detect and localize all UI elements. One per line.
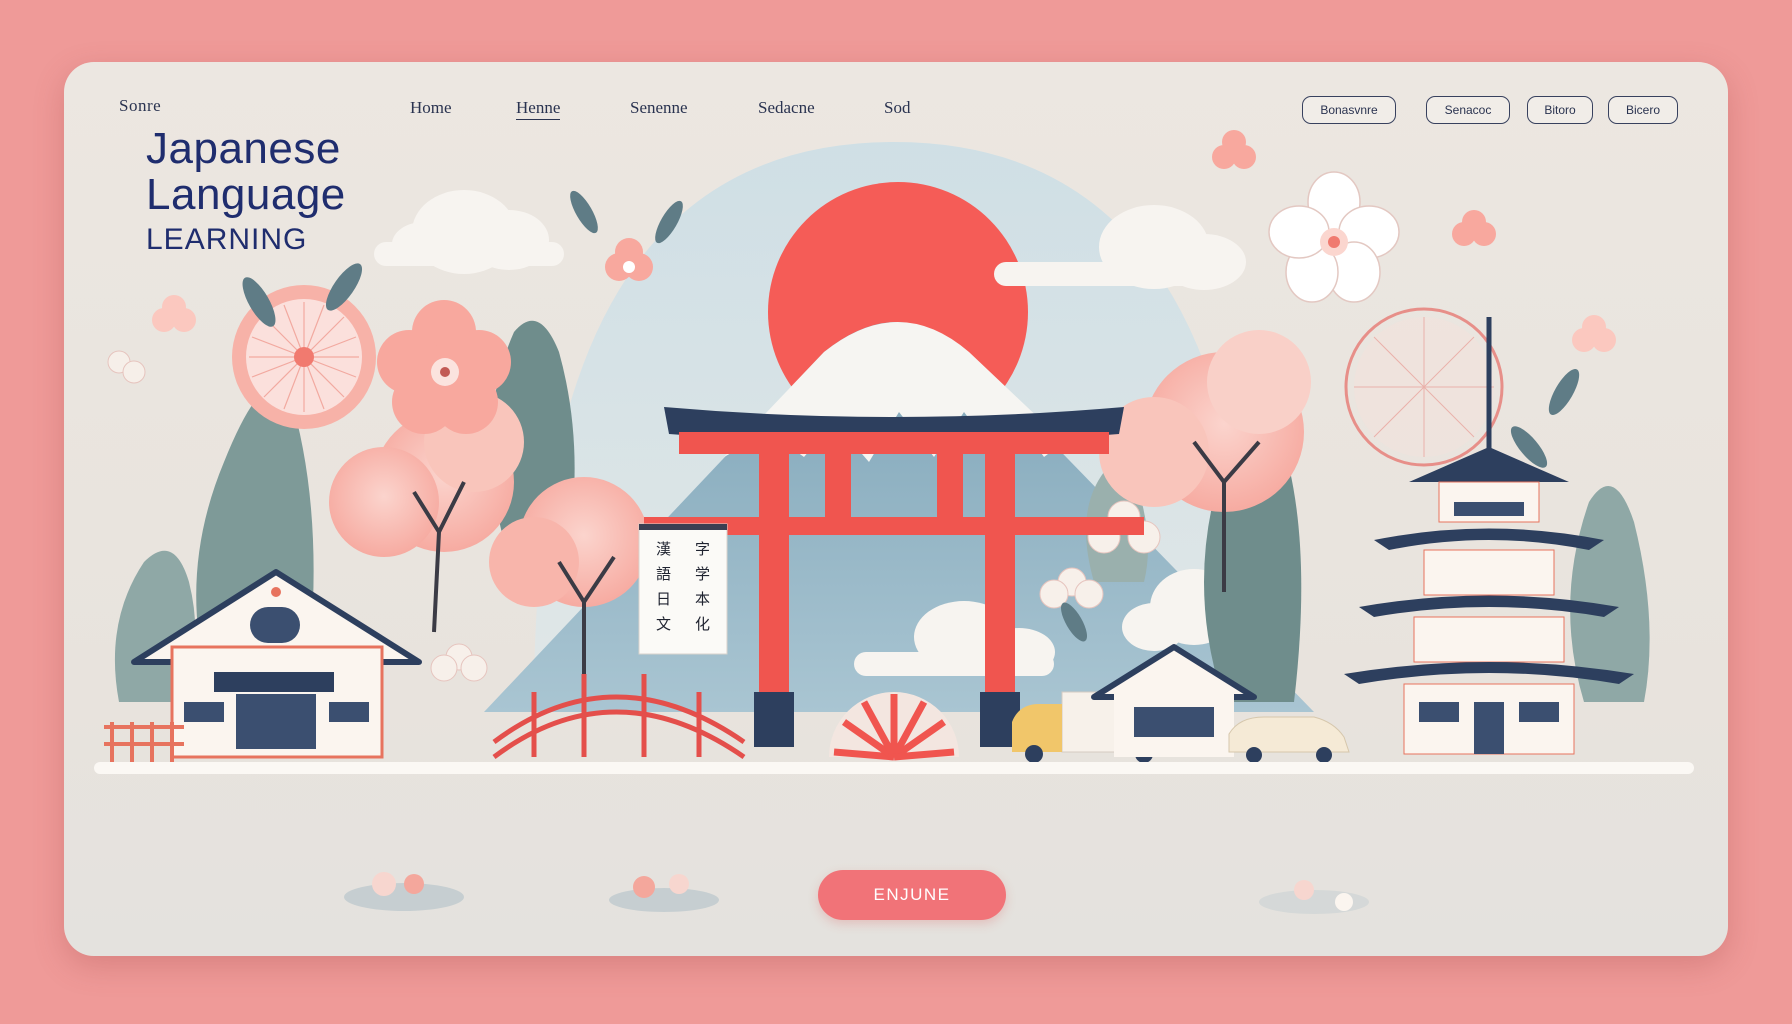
flower-white-right	[1268, 171, 1400, 303]
nav-link-sod[interactable]: Sod	[884, 98, 910, 118]
hero-title-line1: Japanese	[146, 124, 341, 173]
cloud-left	[374, 190, 564, 274]
nav-link-home[interactable]: Home	[410, 98, 452, 118]
signboard-char: 化	[694, 615, 710, 633]
header-button-senacoc[interactable]: Senacoc	[1426, 96, 1510, 124]
signboard-char: 学	[694, 565, 710, 583]
nav-link-sedacne[interactable]: Sedacne	[758, 98, 815, 118]
signboard-char: 日	[655, 590, 671, 608]
flower-pink-left	[377, 300, 511, 434]
site-logo[interactable]: Sonre	[119, 96, 161, 116]
signboard-char: 語	[655, 565, 671, 583]
hero-title: Japanese Language Learning	[146, 127, 346, 255]
car	[1228, 716, 1350, 763]
ferris-wheel	[1344, 307, 1504, 467]
signboard-char: 文	[655, 615, 671, 633]
signboard-text: 漢 字 語 学 日 本 文 化	[647, 538, 719, 634]
header-button-bitoro[interactable]: Bitoro	[1527, 96, 1593, 124]
ground	[94, 762, 1694, 774]
header-button-bicero[interactable]: Bicero	[1608, 96, 1678, 124]
fence	[104, 722, 184, 762]
signboard-char: 字	[694, 540, 710, 558]
hero-title-line2: Language	[146, 170, 346, 219]
page-card: 漢 字 語 学 日 本 文 化 Sonre Home Henne Senenne…	[64, 62, 1728, 956]
nav-link-senenne[interactable]: Senenne	[630, 98, 688, 118]
header-button-bonasvnre[interactable]: Bonasvnre	[1302, 96, 1396, 124]
hero-title-line3: Learning	[146, 223, 308, 256]
cta-button[interactable]: ENJUNE	[818, 870, 1006, 920]
signboard-char: 漢	[655, 540, 671, 558]
nav-link-henne[interactable]: Henne	[516, 98, 561, 120]
signboard-char: 本	[694, 590, 710, 608]
